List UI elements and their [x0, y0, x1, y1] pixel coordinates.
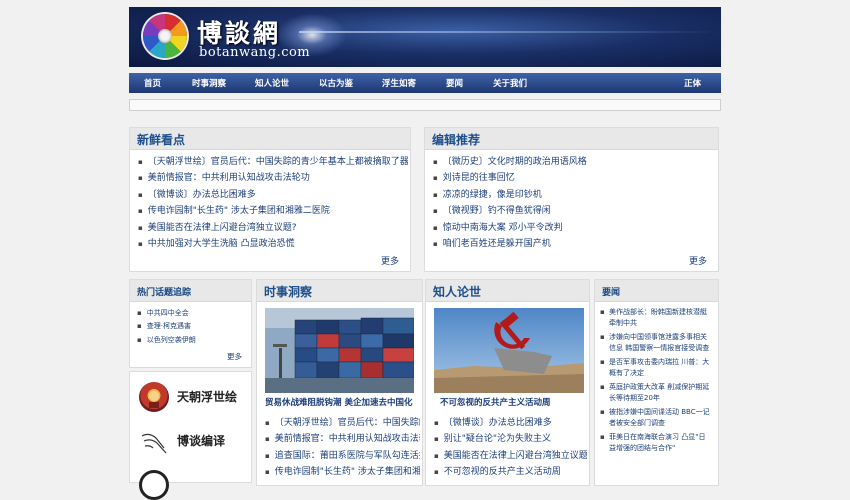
editor-box: 编辑推荐 ▪ 〔微历史〕文化时期的政治用语风格 ▪ 刘诗昆的往事回忆 ▪ 凉凉的绿捷，…	[424, 127, 719, 272]
list-item[interactable]: ▪ 〔微视野〕钓不得鱼犹得闲	[433, 203, 713, 219]
shishi-box: 时事洞察 贸易休战难阻脱钩潮 美企加速去中国化 ▪ 〔天朝浮世绘〕官员后代：中国…	[256, 279, 423, 486]
list-item[interactable]: ▪ 别让"疑台论"沦为失败主义	[434, 431, 587, 447]
list-item[interactable]: ▪ 以色列空袭伊朗	[137, 334, 249, 347]
shishi-header: 时事洞察	[257, 280, 422, 302]
yaowen-box: 要闻 美作战部长：盼韩国新建核潜艇牵制中共 涉嫌向中国领事馆泄露多事相关信息 韩…	[594, 279, 719, 486]
shishi-caption[interactable]: 贸易休战难阻脱钩潮 美企加速去中国化	[265, 396, 421, 408]
color-wheel-logo-icon[interactable]	[143, 14, 187, 58]
list-item[interactable]: ▪ 中共四中全会	[137, 307, 249, 320]
list-item[interactable]: 英庭护政策大改革 削减保护期延长等待期至20年	[600, 382, 712, 404]
columns-box: 天朝浮世绘 博谈编译	[129, 371, 252, 500]
hammer-sickle-image[interactable]	[434, 308, 584, 393]
list-item[interactable]: 是否军事攻击委内瑞拉 川普：大概有了决定	[600, 357, 712, 379]
shishi-title: 时事洞察	[264, 285, 313, 299]
list-item[interactable]: ▪传电诈园制"长生药" 涉太子集团和湘雅二医院	[265, 464, 420, 480]
nav-item-people[interactable]: 知人论世	[255, 77, 289, 89]
fresh-header: 新鲜看点	[130, 128, 410, 150]
list-item[interactable]: ▪ 美国能否在法律上闪避台湾独立议题?	[434, 448, 587, 464]
zhiren-list: ▪ 〔微博谈〕办法总比困难多 ▪ 别让"疑台论"沦为失败主义 ▪ 美国能否在法律上闪避…	[434, 415, 587, 481]
list-item[interactable]: ▪ 〔微博谈〕办法总比困难多	[138, 187, 408, 203]
hot-topics-title: 热门话题追踪	[137, 288, 192, 298]
yaowen-header: 要闻	[595, 280, 718, 302]
list-item[interactable]: ▪ 凉凉的绿捷，像是印钞机	[433, 187, 713, 203]
light-streak	[299, 31, 719, 33]
yaowen-list: 美作战部长：盼韩国新建核潜艇牵制中共 涉嫌向中国领事馆泄露多事相关信息 韩国警察…	[600, 307, 712, 457]
fresh-more-link[interactable]: 更多	[381, 254, 399, 267]
fresh-box: 新鲜看点 ▪ 〔天朝浮世绘〕官员后代：中国失踪的青少年基本上都被摘取了器官 ▪ 美前…	[129, 127, 411, 272]
ticker-strip	[129, 99, 721, 111]
nav-item-current[interactable]: 时事洞察	[192, 77, 226, 89]
hot-topics-list: ▪ 中共四中全会 ▪ 查理·柯克遇害 ▪ 以色列空袭伊朗	[137, 307, 249, 347]
zhiren-header: 知人论世	[426, 280, 589, 302]
list-item[interactable]: ▪传电诈园制"长生药" 涉太子集团和湘雅二医院	[138, 203, 408, 219]
editor-list: ▪ 〔微历史〕文化时期的政治用语风格 ▪ 刘诗昆的往事回忆 ▪ 凉凉的绿捷，像是印钞机…	[433, 154, 713, 252]
writing-hand-icon	[139, 426, 169, 456]
list-item[interactable]: 被指涉嫌中国间谍活动 BBC一记者被安全部门调查	[600, 407, 712, 429]
list-item[interactable]: 美作战部长：盼韩国新建核潜艇牵制中共	[600, 307, 712, 329]
hot-topics-more-link[interactable]: 更多	[227, 351, 242, 362]
hot-topics-header: 热门话题追踪	[130, 280, 251, 302]
list-item[interactable]: ▪ 美国能否在法律上闪避台湾独立议题?	[138, 220, 408, 236]
nav-item-about[interactable]: 关于我们	[493, 77, 527, 89]
yaowen-title: 要闻	[602, 288, 621, 298]
list-item[interactable]: ▪追查国际：莆田系医院与军队勾连活摘器官	[265, 448, 420, 464]
zhiren-title: 知人论世	[433, 285, 482, 299]
nav-item-news[interactable]: 要闻	[446, 77, 463, 89]
zhiren-box: 知人论世 不可忽视的反共产主义活动周 ▪ 〔微博谈〕办法总比困难多 ▪ 别让"疑台论…	[425, 279, 590, 486]
list-item[interactable]: 涉嫌向中国领事馆泄露多事相关信息 韩国警察一情报官接受调查	[600, 332, 712, 354]
nav-item-history[interactable]: 以古为鉴	[319, 77, 353, 89]
list-item[interactable]: ▪ 惊动中南海大案 邓小平令改判	[433, 220, 713, 236]
list-item[interactable]: ▪ 不可忽视的反共产主义活动周	[434, 464, 587, 480]
shipping-containers-image[interactable]	[265, 308, 414, 393]
nav-item-home[interactable]: 首页	[144, 77, 161, 89]
editor-header: 编辑推荐	[425, 128, 718, 150]
list-item[interactable]: ▪ 〔微历史〕文化时期的政治用语风格	[433, 154, 713, 170]
zhiren-caption[interactable]: 不可忽视的反共产主义活动周	[440, 396, 585, 408]
fresh-list: ▪ 〔天朝浮世绘〕官员后代：中国失踪的青少年基本上都被摘取了器官 ▪ 美前情报官：中…	[138, 154, 408, 252]
list-item[interactable]: ▪美前情报官：中共利用认知战攻击法轮功	[138, 170, 408, 186]
list-item[interactable]: 菲美日在南海联合演习 凸显"日益增强的团结与合作"	[600, 432, 712, 454]
list-item[interactable]: ▪ 咱们老百姓还是躲开国产机	[433, 236, 713, 252]
list-item[interactable]: ▪美前情报官：中共利用认知战攻击法轮功	[265, 431, 420, 447]
editor-more-link[interactable]: 更多	[689, 254, 707, 267]
hot-topics-box: 热门话题追踪 ▪ 中共四中全会 ▪ 查理·柯克遇害 ▪ 以色列空袭伊朗 更多	[129, 279, 252, 368]
site-banner: 博談網 botanwang.com	[129, 7, 721, 67]
list-item[interactable]: ▪〔天朝浮世绘〕官员后代：中国失踪的青少年基本上都被摘取了器官	[138, 154, 408, 170]
nav-item-traditional[interactable]: 正体	[684, 77, 701, 89]
list-item[interactable]: ▪ 查理·柯克遇害	[137, 320, 249, 333]
list-item[interactable]: ▪〔天朝浮世绘〕官员后代：中国失踪的青少年基本上都被摘取了器官	[265, 415, 420, 431]
site-domain[interactable]: botanwang.com	[199, 45, 310, 60]
list-item[interactable]: ▪ 中共加强对大学生洗脑 凸显政治恐慌	[138, 236, 408, 252]
list-item[interactable]: ▪ 〔微博谈〕办法总比困难多	[434, 415, 587, 431]
list-item[interactable]: ▪ 刘诗昆的往事回忆	[433, 170, 713, 186]
fresh-title: 新鲜看点	[137, 133, 186, 147]
circle-logo-icon	[139, 470, 169, 500]
editor-title: 编辑推荐	[432, 133, 481, 147]
shishi-list: ▪〔天朝浮世绘〕官员后代：中国失踪的青少年基本上都被摘取了器官 ▪美前情报官：中…	[265, 415, 420, 481]
face-icon	[139, 382, 169, 412]
main-nav: 首页 时事洞察 知人论世 以古为鉴 浮生如寄 要闻 关于我们 正体	[129, 73, 721, 93]
nav-item-life[interactable]: 浮生如寄	[382, 77, 416, 89]
